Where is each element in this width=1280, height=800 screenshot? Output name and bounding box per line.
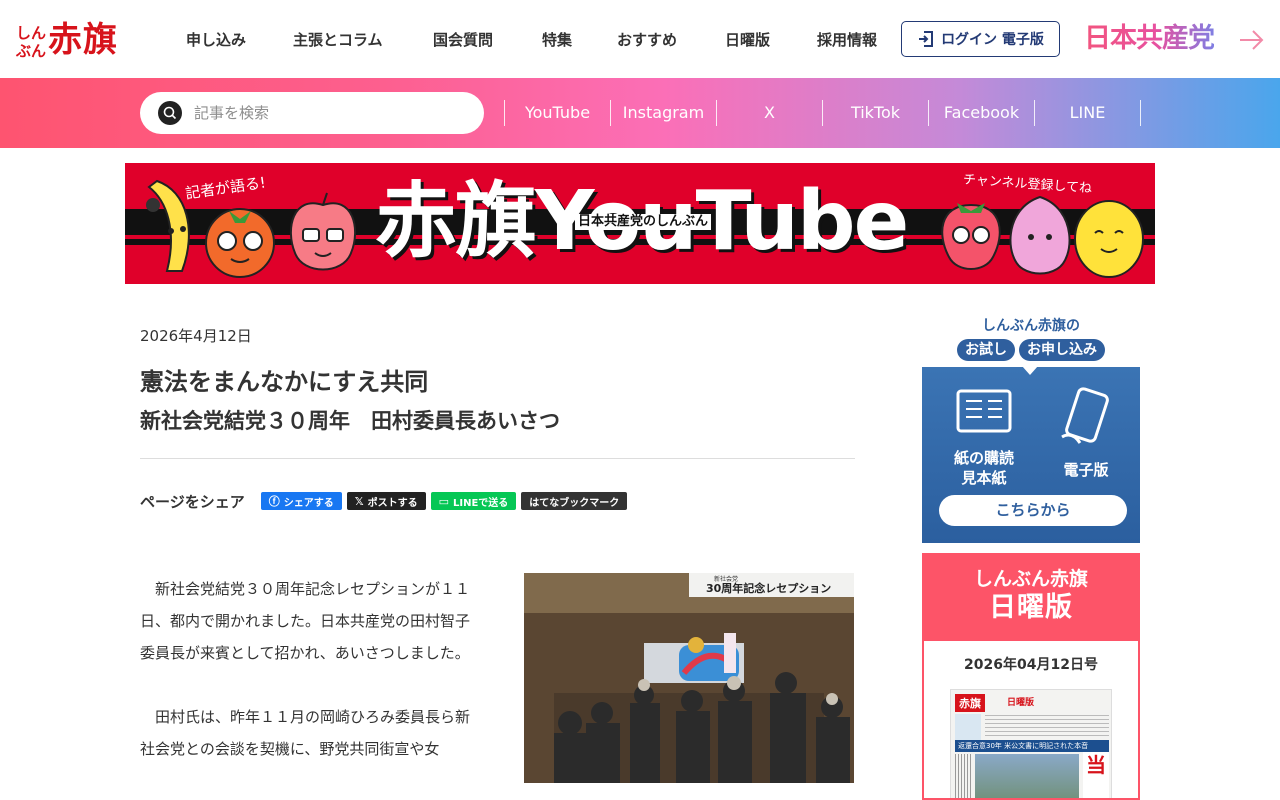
nav-item-features[interactable]: 特集 [542, 26, 617, 54]
logo-small-text: しん ぶん [16, 24, 46, 60]
youtube-banner[interactable]: 記者が語る! チャンネル登録してね 赤旗YouTube 日本共産党のしんぶん [125, 163, 1155, 284]
line-icon: ▭ [438, 494, 449, 508]
logo-big-text: 赤旗 [48, 20, 119, 60]
logo-small-line-2: ぶん [16, 42, 47, 60]
hatena-bookmark-button[interactable]: はてなブックマーク [521, 492, 628, 510]
search-box[interactable] [140, 92, 484, 134]
trial-item-digital: 電子版 [1046, 387, 1126, 480]
sunday-edition-card[interactable]: しんぶん赤旗 日曜版 2026年04月12日号 赤旗 日曜版 返還合意30年 米… [922, 553, 1140, 800]
apple-character-icon [289, 192, 357, 271]
trial-item-paper: 紙の購読 見本紙 [944, 387, 1024, 488]
facebook-share-label: シェアする [283, 497, 334, 509]
article-paragraph: 田村氏は、昨年１１月の岡崎ひろみ委員長ら新社会党との会談を契機に、野党共同街宣や… [140, 708, 471, 758]
paper-column [955, 754, 973, 798]
login-icon [919, 31, 934, 47]
line-send-button[interactable]: ▭ LINEで送る [430, 492, 517, 510]
article-text: 新社会党結党３０周年記念レセプションが１１日、都内で開かれました。日本共産党の田… [140, 573, 480, 765]
trial-pills: お試し お申し込み [922, 339, 1140, 361]
x-post-button[interactable]: 𝕏 ポストする [346, 492, 426, 510]
social-link-facebook[interactable]: Facebook [929, 100, 1035, 126]
article-photo[interactable]: 新社会党 30周年記念レセプション [524, 573, 854, 783]
login-label: ログイン 電子版 [941, 32, 1044, 48]
x-post-label: ポストする [367, 497, 418, 509]
social-link-x[interactable]: X [717, 100, 823, 126]
paper-text-lines [985, 714, 1109, 736]
sidebar: しんぶん赤旗の お試し お申し込み 紙の購読 見本紙 電子版 こちらから しんぶ… [922, 316, 1140, 800]
divider [140, 458, 855, 459]
article: 2026年4月12日 憲法をまんなかにすえ共同 新社会党結党３０周年 田村委員長… [140, 316, 855, 797]
share-label: ページをシェア [140, 492, 245, 511]
paper-label: 日曜版 [1007, 698, 1035, 708]
sunday-paper-thumbnail: 赤旗 日曜版 返還合意30年 米公文書に明記された本音 当 [950, 689, 1112, 798]
nav-item-diet-questions[interactable]: 国会質問 [433, 26, 542, 54]
article-date: 2026年4月12日 [140, 327, 252, 345]
trial-subscribe-card[interactable]: 紙の購読 見本紙 電子版 こちらから [922, 366, 1140, 543]
site-header: しん ぶん 赤旗 申し込み 主張とコラム 国会質問 特集 おすすめ 日曜版 採用… [0, 0, 1280, 78]
article-title: 憲法をまんなかにすえ共同 [140, 368, 429, 396]
facebook-share-button[interactable]: ⓕ シェアする [260, 492, 342, 510]
photo-caption-text: 30周年記念レセプション [706, 581, 831, 595]
social-link-instagram[interactable]: Instagram [611, 100, 717, 126]
sunday-header: しんぶん赤旗 日曜版 [924, 555, 1138, 641]
search-input[interactable] [194, 104, 454, 122]
social-link-tiktok[interactable]: TikTok [823, 100, 929, 126]
article-body: 新社会党結党３０周年記念レセプションが１１日、都内で開かれました。日本共産党の田… [140, 573, 855, 783]
trial-pill-sample: お試し [957, 339, 1015, 361]
party-logo[interactable]: 日本共産党 [1084, 22, 1215, 56]
sunday-title: 日曜版 [989, 592, 1073, 623]
nav-item-recommended[interactable]: おすすめ [617, 26, 725, 54]
sunday-issue-date: 2026年04月12日号 [964, 657, 1098, 673]
article-paragraph: 新社会党結党３０周年記念レセプションが１１日、都内で開かれました。日本共産党の田… [140, 580, 471, 662]
trial-header: しんぶん赤旗の お試し お申し込み [922, 316, 1140, 367]
paper-photo [975, 754, 1079, 798]
paper-headline: 返還合意30年 米公文書に明記された本音 [955, 740, 1109, 752]
lemon-character-icon [1074, 200, 1144, 278]
tomato-character-icon [205, 208, 275, 278]
trial-item-paper-line2: 見本紙 [961, 469, 1007, 487]
smartphone-icon [1061, 387, 1109, 444]
search-icon[interactable] [158, 101, 182, 125]
trial-item-paper-line1: 紙の購読 [953, 449, 1014, 467]
site-logo[interactable]: しん ぶん 赤旗 [16, 18, 118, 60]
share-bar: ページをシェア ⓕ シェアする 𝕏 ポストする ▭ LINEで送る はてなブック… [140, 491, 855, 511]
search-social-bar: YouTube Instagram X TikTok Facebook LINE [0, 78, 1280, 148]
strawberry-character-icon [941, 203, 1001, 270]
newspaper-icon [956, 389, 1012, 433]
banner-subtitle: 日本共産党のしんぶん [575, 214, 712, 230]
line-send-label: LINEで送る [452, 497, 509, 509]
x-icon: 𝕏 [354, 494, 364, 508]
sunday-brand: しんぶん赤旗 [973, 568, 1088, 590]
arrow-right-icon[interactable] [1238, 28, 1266, 52]
reception-photo-illustration: 新社会党 30周年記念レセプション [524, 573, 854, 783]
trial-head-text: しんぶん赤旗の [982, 318, 1080, 334]
social-link-youtube[interactable]: YouTube [505, 100, 611, 126]
banana-character-icon [146, 179, 190, 272]
paper-big-headline: 当 [1083, 752, 1109, 798]
nav-item-editorial[interactable]: 主張とコラム [293, 26, 433, 54]
peach-character-icon [1009, 195, 1071, 275]
paper-logo: 赤旗 [955, 694, 985, 712]
social-links: YouTube Instagram X TikTok Facebook LINE [504, 100, 1141, 126]
main-nav: 申し込み 主張とコラム 国会質問 特集 おすすめ 日曜版 採用情報 [176, 26, 897, 54]
logo-small-line-1: しん [16, 24, 47, 42]
hatena-bookmark-label: はてなブックマーク [529, 497, 620, 509]
login-button[interactable]: ログイン 電子版 [901, 21, 1060, 57]
trial-item-digital-label: 電子版 [1063, 461, 1109, 479]
facebook-icon: ⓕ [268, 495, 280, 508]
trial-cta-button[interactable]: こちらから [939, 495, 1127, 526]
nav-item-subscribe[interactable]: 申し込み [186, 26, 293, 54]
article-subtitle: 新社会党結党３０周年 田村委員長あいさつ [140, 409, 560, 433]
trial-pill-apply: お申し込み [1019, 339, 1105, 361]
social-link-line[interactable]: LINE [1035, 100, 1141, 126]
nav-item-sunday-edition[interactable]: 日曜版 [725, 26, 817, 54]
nav-item-recruitment[interactable]: 採用情報 [817, 26, 897, 54]
